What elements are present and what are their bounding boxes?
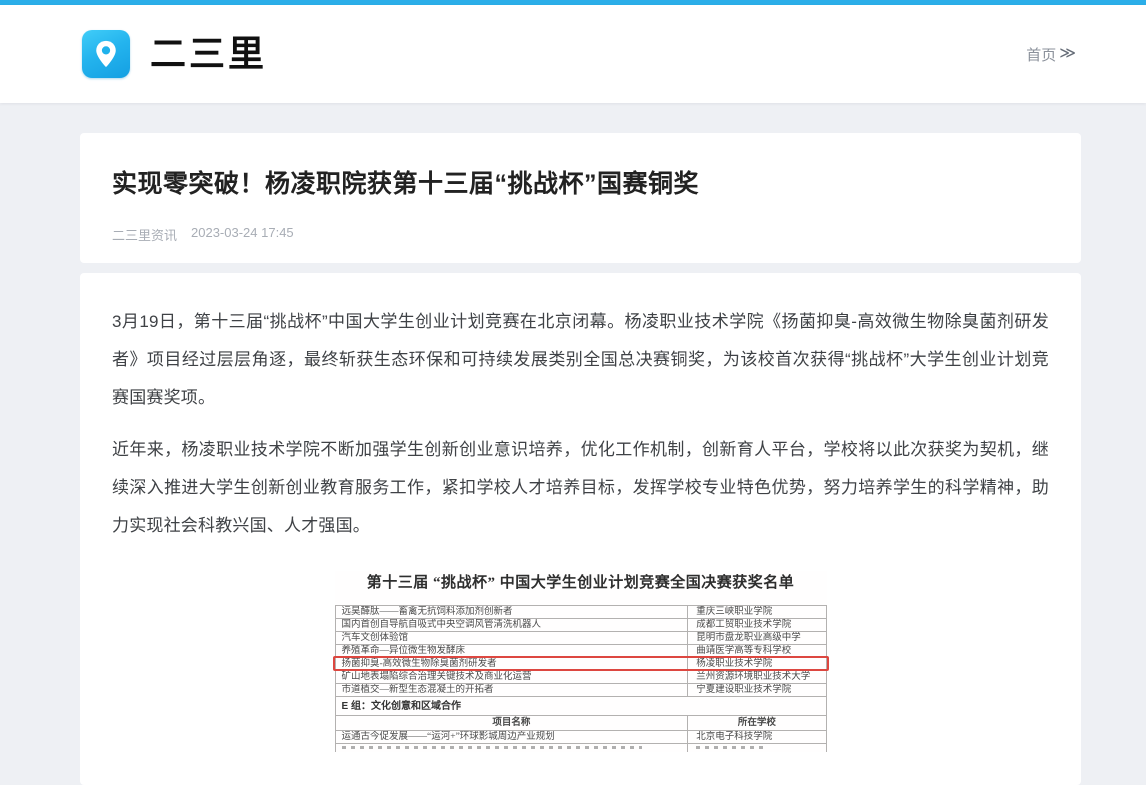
project-cell: 扬菌抑臭-高效微生物除臭菌剂研发者	[336, 658, 689, 670]
project-cell: 养殖革命—异位微生物发酵床	[336, 645, 689, 657]
table-row: 市道植交—新型生态混凝土的开拓者 宁夏建设职业技术学院	[336, 684, 826, 697]
article-byline: 二三里资讯 2023-03-24 17:45	[112, 225, 1049, 244]
home-link-label: 首页	[1026, 44, 1056, 65]
page-content: 实现零突破！杨凌职院获第十三届“挑战杯”国赛铜奖 二三里资讯 2023-03-2…	[80, 133, 1081, 785]
article-body-card: 3月19日，第十三届“挑战杯”中国大学生创业计划竞赛在北京闭幕。杨凌职业技术学院…	[80, 273, 1081, 785]
school-cell: 成都工贸职业技术学院	[688, 619, 825, 631]
article-paragraph: 近年来，杨凌职业技术学院不断加强学生创新创业意识培养，优化工作机制，创新育人平台…	[112, 431, 1049, 545]
school-cell: 北京电子科技学院	[688, 731, 825, 743]
article-title: 实现零突破！杨凌职院获第十三届“挑战杯”国赛铜奖	[112, 167, 1049, 201]
double-chevron-right-icon: ≫	[1059, 46, 1076, 62]
article-source: 二三里资讯	[112, 225, 177, 244]
brand-name[interactable]: 二三里	[150, 36, 267, 72]
school-cell: 宁夏建设职业技术学院	[688, 684, 825, 696]
award-list-image: 第十三届 “挑战杯” 中国大学生创业计划竞赛全国决赛获奖名单 远昊醳肽——畜禽无…	[335, 571, 827, 752]
table-row: 矿山地表塌陷综合治理关键技术及商业化运营 兰州资源环境职业技术大学	[336, 671, 826, 684]
table-row: 远昊醳肽——畜禽无抗饲料添加剂创新者 重庆三峡职业学院	[336, 606, 826, 619]
table-row-highlighted: 扬菌抑臭-高效微生物除臭菌剂研发者 杨凌职业技术学院	[336, 658, 826, 671]
column-header-school: 所在学校	[688, 716, 825, 730]
article-timestamp: 2023-03-24 17:45	[191, 225, 294, 244]
article-paragraph: 3月19日，第十三届“挑战杯”中国大学生创业计划竞赛在北京闭幕。杨凌职业技术学院…	[112, 303, 1049, 417]
project-cell: 市道植交—新型生态混凝土的开拓者	[336, 684, 689, 696]
school-cell: 兰州资源环境职业技术大学	[688, 671, 825, 683]
award-list-image-title: 第十三届 “挑战杯” 中国大学生创业计划竞赛全国决赛获奖名单	[335, 571, 827, 592]
table-row: 汽车文创体验馆 昆明市盘龙职业高级中学	[336, 632, 826, 645]
school-cell: 曲靖医学高等专科学校	[688, 645, 825, 657]
site-logo[interactable]: 二三里	[82, 30, 267, 78]
school-cell: 重庆三峡职业学院	[688, 606, 825, 618]
table-section-header: E 组：文化创意和区域合作	[336, 697, 826, 716]
project-cell: 远昊醳肽——畜禽无抗饲料添加剂创新者	[336, 606, 689, 618]
article-title-card: 实现零突破！杨凌职院获第十三届“挑战杯”国赛铜奖 二三里资讯 2023-03-2…	[80, 133, 1081, 263]
table-row: 养殖革命—异位微生物发酵床 曲靖医学高等专科学校	[336, 645, 826, 658]
project-cell: 汽车文创体验馆	[336, 632, 689, 644]
table-row: 运通古今促发展——“运河+”环球影城周边产业规划 北京电子科技学院	[336, 731, 826, 744]
location-pin-icon	[82, 30, 130, 78]
project-cell-truncated	[336, 744, 689, 752]
school-cell: 昆明市盘龙职业高级中学	[688, 632, 825, 644]
table-row: 国内首创自导航自吸式中央空调风管清洗机器人 成都工贸职业技术学院	[336, 619, 826, 632]
site-header: 二三里 首页 ≫	[0, 5, 1146, 103]
table-header-row: 项目名称 所在学校	[336, 716, 826, 731]
award-list-table: 远昊醳肽——畜禽无抗饲料添加剂创新者 重庆三峡职业学院 国内首创自导航自吸式中央…	[335, 605, 827, 752]
school-cell-truncated	[688, 744, 825, 752]
table-row-truncated	[336, 744, 826, 752]
home-link[interactable]: 首页 ≫	[1026, 44, 1076, 65]
project-cell: 国内首创自导航自吸式中央空调风管清洗机器人	[336, 619, 689, 631]
project-cell: 运通古今促发展——“运河+”环球影城周边产业规划	[336, 731, 689, 743]
project-cell: 矿山地表塌陷综合治理关键技术及商业化运营	[336, 671, 689, 683]
column-header-project: 项目名称	[336, 716, 689, 730]
school-cell: 杨凌职业技术学院	[688, 658, 825, 670]
